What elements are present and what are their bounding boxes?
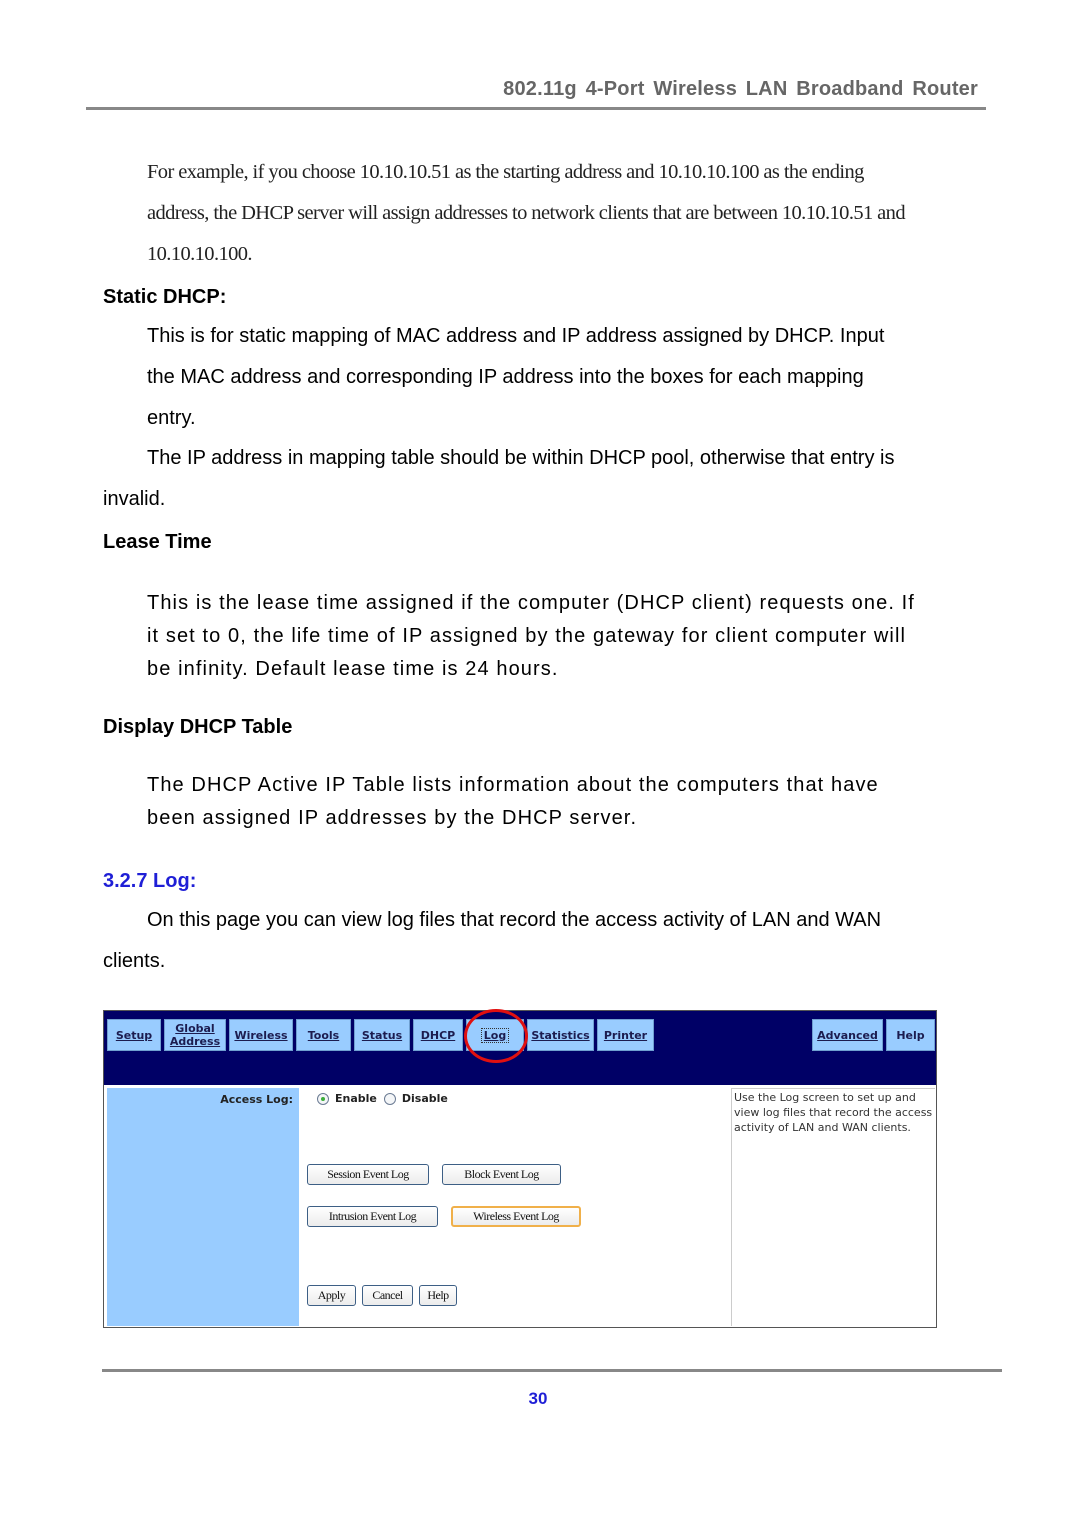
disable-radio-label[interactable]: Disable <box>402 1092 448 1105</box>
enable-radio[interactable] <box>317 1092 329 1105</box>
tab-global-address-line2: Address <box>169 1035 221 1048</box>
tab-status[interactable]: Status <box>354 1019 410 1051</box>
apply-button[interactable]: Apply <box>307 1285 356 1306</box>
router-help-pane: Use the Log screen to set up and view lo… <box>731 1088 935 1326</box>
access-log-radio-group: Enable Disable <box>317 1092 455 1105</box>
static-dhcp-p2-line1: The IP address in mapping table should b… <box>147 447 895 469</box>
lease-time-line1: This is the lease time assigned if the c… <box>147 592 915 614</box>
router-left-pane: Access Log: <box>107 1088 299 1326</box>
static-dhcp-heading: Static DHCP: <box>103 286 227 308</box>
access-log-label: Access Log: <box>220 1093 293 1106</box>
lease-time-line3: be infinity. Default lease time is 24 ho… <box>147 658 559 680</box>
highlight-circle-annotation <box>464 1009 528 1063</box>
static-dhcp-p1-line2: the MAC address and corresponding IP add… <box>147 366 864 388</box>
intrusion-event-log-button[interactable]: Intrusion Event Log <box>307 1206 438 1227</box>
help-pane-text: Use the Log screen to set up and view lo… <box>734 1091 933 1134</box>
tab-global-address[interactable]: Global Address <box>164 1019 226 1051</box>
lease-time-heading: Lease Time <box>103 531 212 553</box>
tab-tools[interactable]: Tools <box>296 1019 351 1051</box>
log-section-line1: On this page you can view log files that… <box>147 909 882 931</box>
wireless-event-log-button[interactable]: Wireless Event Log <box>451 1206 581 1227</box>
static-dhcp-p1-line3: entry. <box>147 407 196 429</box>
cancel-button[interactable]: Cancel <box>362 1285 413 1306</box>
session-event-log-button[interactable]: Session Event Log <box>307 1164 429 1185</box>
footer-divider <box>102 1369 1002 1372</box>
intro-line-1: For example, if you choose 10.10.10.51 a… <box>147 161 864 183</box>
tab-advanced[interactable]: Advanced <box>812 1019 883 1051</box>
static-dhcp-p1-line1: This is for static mapping of MAC addres… <box>147 325 885 347</box>
log-section-line2: clients. <box>103 950 166 972</box>
tab-global-address-line1: Global <box>175 1022 215 1035</box>
tab-printer[interactable]: Printer <box>597 1019 654 1051</box>
enable-radio-label[interactable]: Enable <box>335 1092 377 1105</box>
display-dhcp-table-heading: Display DHCP Table <box>103 716 293 738</box>
disable-radio[interactable] <box>383 1092 396 1105</box>
log-section-heading: 3.2.7 Log: <box>103 870 197 892</box>
router-main-pane: Enable Disable Session Event Log Block E… <box>299 1088 731 1326</box>
tab-dhcp[interactable]: DHCP <box>413 1019 463 1051</box>
tab-statistics[interactable]: Statistics <box>527 1019 594 1051</box>
page-number: 30 <box>528 1389 548 1408</box>
tab-help[interactable]: Help <box>886 1019 935 1051</box>
display-table-line1: The DHCP Active IP Table lists informati… <box>147 774 879 796</box>
intro-line-3: 10.10.10.100. <box>147 243 253 265</box>
block-event-log-button[interactable]: Block Event Log <box>442 1164 561 1185</box>
intro-line-2: address, the DHCP server will assign add… <box>147 202 906 224</box>
tab-wireless[interactable]: Wireless <box>229 1019 293 1051</box>
static-dhcp-p2-line2: invalid. <box>103 488 166 510</box>
display-table-line2: been assigned IP addresses by the DHCP s… <box>147 807 638 829</box>
router-nav-bar: Setup Global Address Wireless Tools Stat… <box>104 1009 936 1085</box>
lease-time-line2: it set to 0, the life time of IP assigne… <box>147 625 907 647</box>
router-log-screenshot: Setup Global Address Wireless Tools Stat… <box>103 1009 937 1328</box>
tab-setup[interactable]: Setup <box>107 1019 161 1051</box>
help-button[interactable]: Help <box>419 1285 457 1306</box>
header-divider <box>86 107 986 110</box>
document-header-title: 802.11g 4-Port Wireless LAN Broadband Ro… <box>503 78 978 100</box>
